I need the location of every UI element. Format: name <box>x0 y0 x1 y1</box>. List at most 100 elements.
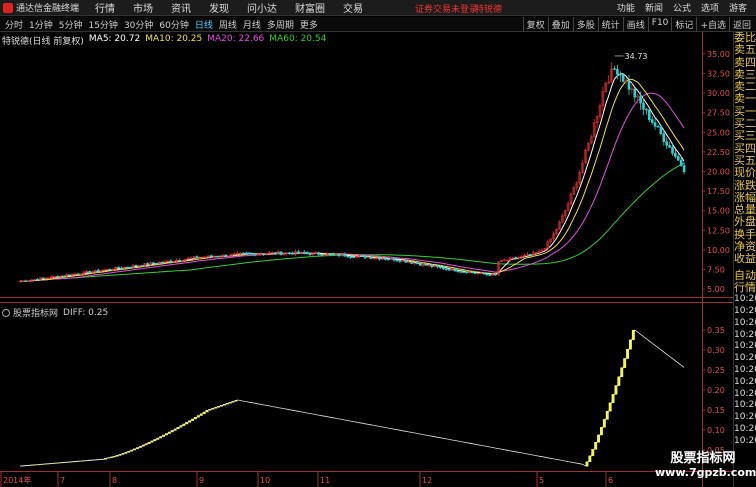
tool-add-watch[interactable]: +自选 <box>696 17 729 32</box>
price-tick-label: 5.00 <box>707 285 725 294</box>
tab-intraday[interactable]: 分时 <box>2 18 26 31</box>
date-tick-label: 9 <box>199 476 204 485</box>
candle-body <box>465 271 468 274</box>
candle-body <box>41 277 45 279</box>
candle-body <box>633 88 637 98</box>
tab-more[interactable]: 更多 <box>297 18 321 31</box>
candle-body <box>462 271 466 273</box>
tick-time: 10:20 <box>734 412 756 423</box>
period-tabs: 分时 1分钟 5分钟 15分钟 30分钟 60分钟 日线 周线 月线 多周期 更… <box>0 18 321 31</box>
ma60-value: MA60: 20.54 <box>269 34 327 44</box>
tab-daily[interactable]: 日线 <box>192 18 216 31</box>
candle-body <box>485 273 489 276</box>
candle-body <box>395 259 399 262</box>
candle-body <box>24 280 28 282</box>
indicator-tick-label: 0.25 <box>707 366 725 375</box>
ma5-value: MA5: 20.72 <box>88 34 141 44</box>
candle-body <box>178 259 181 262</box>
chart-toolbar: 复权 叠加 多股 统计 画线 F10 标记 +自选 返回 <box>522 17 754 32</box>
tick-time: 10:20 <box>734 353 756 364</box>
tab-15min[interactable]: 15分钟 <box>85 18 120 31</box>
indicator-title: 股票指标网 DIFF: 0.25 <box>2 306 108 319</box>
menu-item-wealth[interactable]: 财富圈 <box>286 0 334 15</box>
tick-times: 10:2010:2010:2010:2010:2010:2010:2010:20… <box>734 294 756 447</box>
candle-body <box>215 256 219 258</box>
price-tick-label: 17.50 <box>707 187 730 196</box>
price-tick-label: 25.00 <box>707 128 730 137</box>
tool-back[interactable]: 返回 <box>728 17 754 32</box>
candle-body <box>253 253 257 256</box>
candle-body <box>262 253 265 256</box>
watermark-title: 股票指标网 <box>670 451 736 466</box>
section-quote[interactable]: 行情 <box>734 281 756 294</box>
candle-body <box>424 263 428 266</box>
tab-30min[interactable]: 30分钟 <box>121 18 156 31</box>
menu-item-discover[interactable]: 发现 <box>200 0 238 15</box>
candle-body <box>653 122 657 127</box>
candle-body <box>328 253 332 255</box>
menu-item-trade[interactable]: 交易 <box>334 0 372 15</box>
candle-body <box>369 256 373 259</box>
candle-body <box>36 279 39 281</box>
tick-time: 10:20 <box>734 306 756 317</box>
candle-body <box>155 263 158 265</box>
candle-body <box>404 260 408 263</box>
menu-item-markets[interactable]: 市场 <box>124 0 162 15</box>
candle-body <box>250 253 254 255</box>
menu-item-news[interactable]: 资讯 <box>162 0 200 15</box>
menu-guest[interactable]: 游客 <box>724 1 752 14</box>
tab-weekly[interactable]: 周线 <box>216 18 240 31</box>
tool-mark[interactable]: 标记 <box>671 17 696 32</box>
candle-body <box>146 263 149 266</box>
candle-body <box>418 263 422 266</box>
candle-body <box>169 260 173 263</box>
app-logo: 通达信金融终端 <box>0 1 86 14</box>
tool-overlay[interactable]: 叠加 <box>547 17 573 32</box>
menu-function[interactable]: 功能 <box>612 1 640 14</box>
tool-multi-stock[interactable]: 多股 <box>572 17 598 32</box>
price-tick-label: 10.00 <box>707 246 730 255</box>
menu-item-ask[interactable]: 问小达 <box>238 0 286 15</box>
quote-label: 卖一 <box>734 92 756 106</box>
grid-lines <box>0 32 733 487</box>
chart-canvas[interactable]: 34.73 35.00 32.50 30.00 27.50 25.00 22.50 20.0… <box>0 32 733 487</box>
right-menu: 功能 新闻 公式 选项 游客 <box>612 1 752 14</box>
stock-tag[interactable]: 特锐德 <box>475 2 502 15</box>
quote-label: 现价 <box>734 166 756 180</box>
tab-monthly[interactable]: 月线 <box>240 18 264 31</box>
tab-1min[interactable]: 1分钟 <box>26 18 56 31</box>
candle-body <box>337 253 341 257</box>
quote-label: 外盘 <box>734 215 756 229</box>
date-tick-label: 7 <box>60 476 65 485</box>
login-notice[interactable]: 证券交易未登录 <box>415 2 478 15</box>
watermark-url: www.7gpzb.com <box>655 466 756 479</box>
candle-body <box>459 271 463 273</box>
tab-5min[interactable]: 5分钟 <box>56 18 86 31</box>
tool-draw[interactable]: 画线 <box>622 17 648 32</box>
tab-60min[interactable]: 60分钟 <box>156 18 191 31</box>
candle-body <box>639 95 642 104</box>
tab-multi-period[interactable]: 多周期 <box>264 18 297 31</box>
peak-price-label: 34.73 <box>625 52 648 61</box>
menu-news[interactable]: 新闻 <box>640 1 668 14</box>
price-tick-label: 7.50 <box>707 266 725 275</box>
candle-body <box>244 252 248 255</box>
menu-options[interactable]: 选项 <box>696 1 724 14</box>
menu-item-market[interactable]: 行情 <box>86 0 124 15</box>
candle-body <box>494 273 497 276</box>
period-bar: 分时 1分钟 5分钟 15分钟 30分钟 60分钟 日线 周线 月线 多周期 更… <box>0 17 756 32</box>
tool-stats[interactable]: 统计 <box>597 17 623 32</box>
tool-f10[interactable]: F10 <box>647 17 672 32</box>
tick-time: 10:20 <box>734 329 756 340</box>
tool-adjust[interactable]: 复权 <box>522 17 548 32</box>
candle-body <box>439 266 442 268</box>
indicator-settings-icon[interactable] <box>2 308 10 317</box>
menu-formula[interactable]: 公式 <box>668 1 696 14</box>
price-tick-label: 15.00 <box>707 207 730 216</box>
tick-time: 10:20 <box>734 294 756 305</box>
candle-body <box>682 165 686 173</box>
tick-time: 10:20 <box>734 388 756 399</box>
candle-body <box>415 262 419 265</box>
ma60-line <box>19 162 685 282</box>
candle-body <box>108 268 112 271</box>
